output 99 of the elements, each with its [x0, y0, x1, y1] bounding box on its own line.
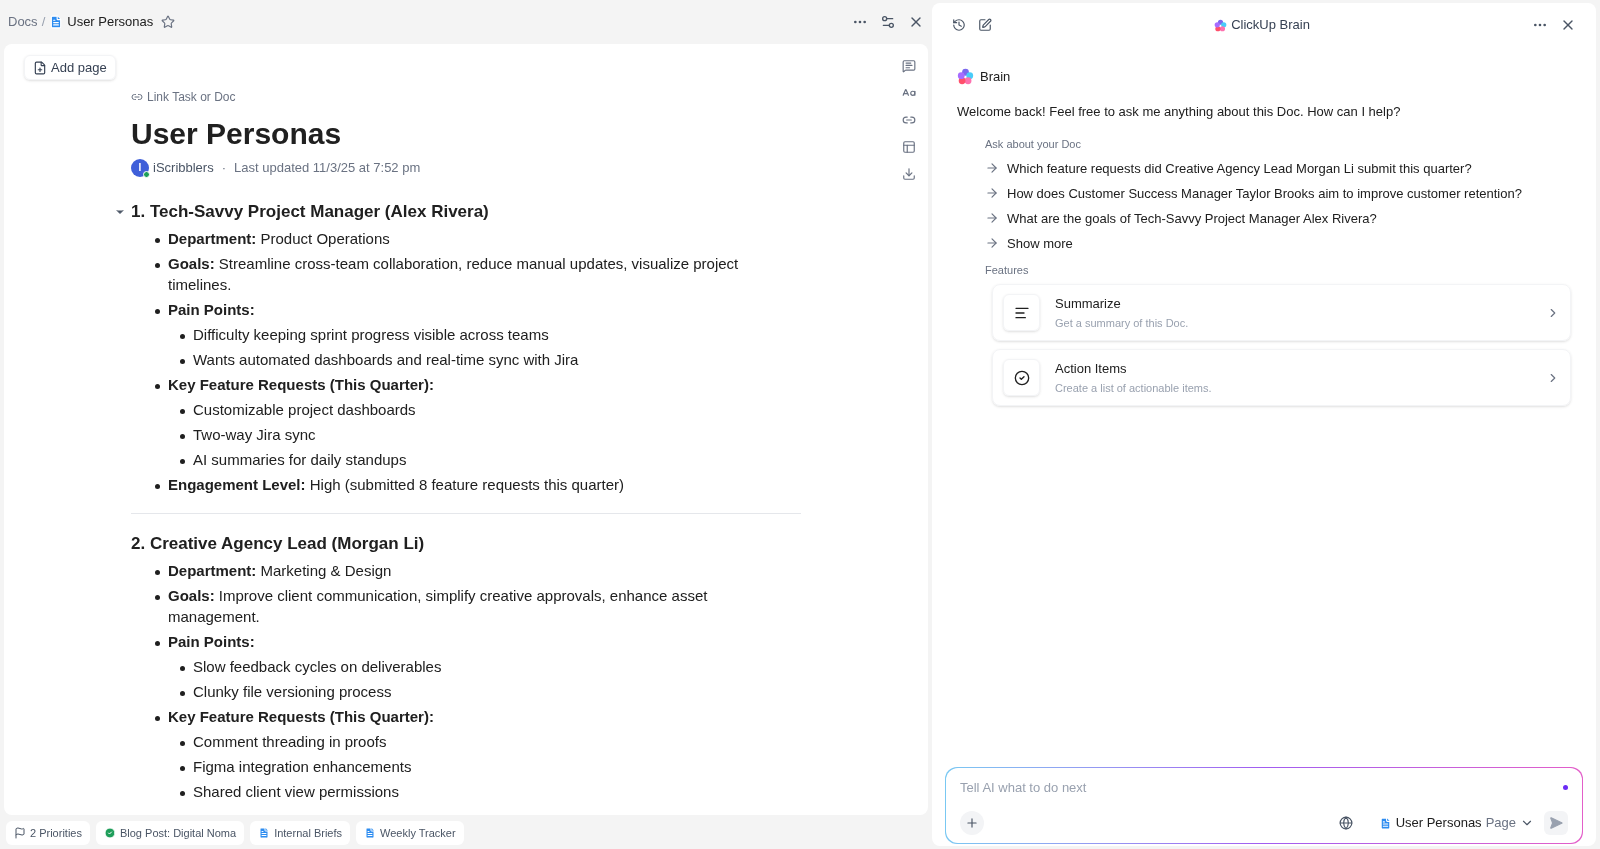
bullet-icon [180, 458, 185, 464]
bullet-icon [155, 640, 160, 646]
star-icon[interactable] [161, 15, 176, 29]
bullet-icon [180, 358, 185, 364]
list-item: Comment threading in proofs [193, 731, 387, 752]
document-icon [49, 15, 64, 29]
add-button[interactable] [960, 811, 984, 835]
author-avatar: I [131, 158, 149, 177]
bullet-icon [180, 690, 185, 696]
field-text: Goals: Improve client communication, simplify creative approvals, enhance asset management. [168, 585, 709, 627]
bullet-icon [155, 483, 160, 489]
breadcrumb-link[interactable]: Docs [8, 12, 38, 32]
field-text: Department: Product Operations [168, 228, 390, 249]
arrow-right-icon [985, 211, 999, 225]
last-updated: Last updated 11/3/25 at 7:52 pm [234, 159, 421, 177]
document-icon [258, 827, 271, 839]
document-title: User Personas [131, 116, 343, 152]
bullet-icon [155, 383, 160, 389]
field-text: Pain Points: [168, 299, 255, 320]
feature-description: Get a summary of this Doc. [1055, 316, 1190, 331]
add-page-button[interactable]: Add page [24, 55, 116, 80]
feature-card[interactable]: Action Items Create a list of actionable items. [992, 349, 1571, 406]
field-text: Engagement Level: High (submitted 8 feature requests this quarter) [168, 474, 625, 495]
bullet-icon [155, 308, 160, 314]
meta-separator: · [221, 159, 227, 177]
breadcrumb-separator: / [41, 13, 46, 32]
link-task-button[interactable]: Link Task or Doc [131, 88, 801, 106]
check-circle-icon [1013, 369, 1030, 386]
bullet-icon [155, 237, 160, 243]
bullet-icon [180, 665, 185, 671]
comment-icon[interactable] [902, 59, 916, 73]
bullet-icon [155, 594, 160, 600]
field-text: Goals: Streamline cross-team collaboration, reduce manual updates, visualize project timelines. [168, 253, 740, 295]
settings-icon[interactable] [880, 14, 896, 30]
link-icon [131, 91, 143, 103]
suggestion-link[interactable]: Which feature requests did Creative Agency Lead Morgan Li submit this quarter? [985, 159, 1571, 177]
bullet-icon [155, 569, 160, 575]
assistant-name: Brain [980, 68, 1011, 86]
field-text: Pain Points: [168, 631, 255, 652]
section-label: Features [985, 262, 1030, 278]
list-item: Customizable project dashboards [193, 399, 416, 420]
bullet-icon [155, 262, 160, 268]
arrow-right-icon [985, 161, 999, 175]
send-icon [1549, 816, 1563, 830]
send-button[interactable] [1544, 811, 1568, 835]
download-icon[interactable] [902, 167, 916, 181]
bullet-icon [180, 790, 185, 796]
pinned-tab[interactable]: 2 Priorities [6, 821, 90, 845]
brain-logo-icon [1214, 18, 1228, 32]
bullet-icon [155, 715, 160, 721]
bullet-icon [180, 740, 185, 746]
brain-logo-icon [957, 68, 974, 86]
author-name[interactable]: iScribblers [153, 158, 214, 178]
section-label: Ask about your Doc [985, 137, 1082, 152]
document-icon [1378, 816, 1392, 830]
feature-card[interactable]: Summarize Get a summary of this Doc. [992, 284, 1571, 341]
list-item: Figma integration enhancements [193, 756, 412, 777]
prompt-input[interactable]: Tell AI what to do next [960, 777, 1563, 797]
field-text: Department: Marketing & Design [168, 560, 392, 581]
list-item: Shared client view permissions [193, 781, 399, 802]
suggestion-link[interactable]: What are the goals of Tech-Savvy Project Manager Alex Rivera? [985, 209, 1571, 227]
panel-title: ClickUp Brain [1231, 16, 1310, 35]
suggestion-link[interactable]: How does Customer Success Manager Taylor Brooks aim to improve customer retention? [985, 184, 1571, 202]
check-icon [103, 827, 116, 839]
field-text: Key Feature Requests (This Quarter): [168, 374, 434, 395]
arrow-right-icon [985, 186, 999, 200]
list-item: Slow feedback cycles on deliverables [193, 656, 442, 677]
list-item: Clunky file versioning process [193, 681, 392, 702]
bullet-icon [180, 333, 185, 339]
field-text: Key Feature Requests (This Quarter): [168, 706, 434, 727]
link-icon[interactable] [902, 113, 916, 127]
welcome-message: Welcome back! Feel free to ask me anything about this Doc. How can I help? [957, 102, 1402, 121]
list-item: AI summaries for daily standups [193, 449, 407, 470]
list-item: Two-way Jira sync [193, 424, 316, 445]
bullet-icon [180, 408, 185, 414]
arrow-right-icon [985, 236, 999, 250]
list-item: Difficulty keeping sprint progress visible across teams [193, 324, 549, 345]
new-chat-icon[interactable] [978, 18, 992, 32]
feature-title: Summarize [1055, 294, 1122, 313]
context-selector[interactable]: User Personas Page [1378, 813, 1534, 833]
document-icon [364, 827, 376, 839]
breadcrumb-current[interactable]: User Personas [67, 12, 154, 32]
list-item: Wants automated dashboards and real-time sync with Jira [193, 349, 579, 370]
layout-icon[interactable] [902, 140, 916, 154]
flag-icon [14, 827, 26, 839]
history-icon[interactable] [952, 18, 966, 32]
bullet-icon [180, 765, 185, 771]
plus-icon [965, 816, 979, 830]
feature-description: Create a list of actionable items. [1055, 381, 1213, 396]
section-heading: 1. Tech-Savvy Project Manager (Alex Rivera) [131, 200, 489, 223]
pinned-tab[interactable]: Weekly Tracker [356, 821, 464, 845]
add-page-icon [33, 60, 47, 75]
bullet-icon [180, 433, 185, 439]
globe-icon[interactable] [1338, 816, 1353, 830]
feature-title: Action Items [1055, 359, 1128, 378]
pinned-tab[interactable]: Blog Post: Digital Noma [95, 821, 245, 845]
suggestion-link[interactable]: Show more [985, 234, 1571, 252]
section-heading: 2. Creative Agency Lead (Morgan Li) [131, 532, 425, 555]
pinned-tab[interactable]: Internal Briefs [250, 821, 350, 845]
